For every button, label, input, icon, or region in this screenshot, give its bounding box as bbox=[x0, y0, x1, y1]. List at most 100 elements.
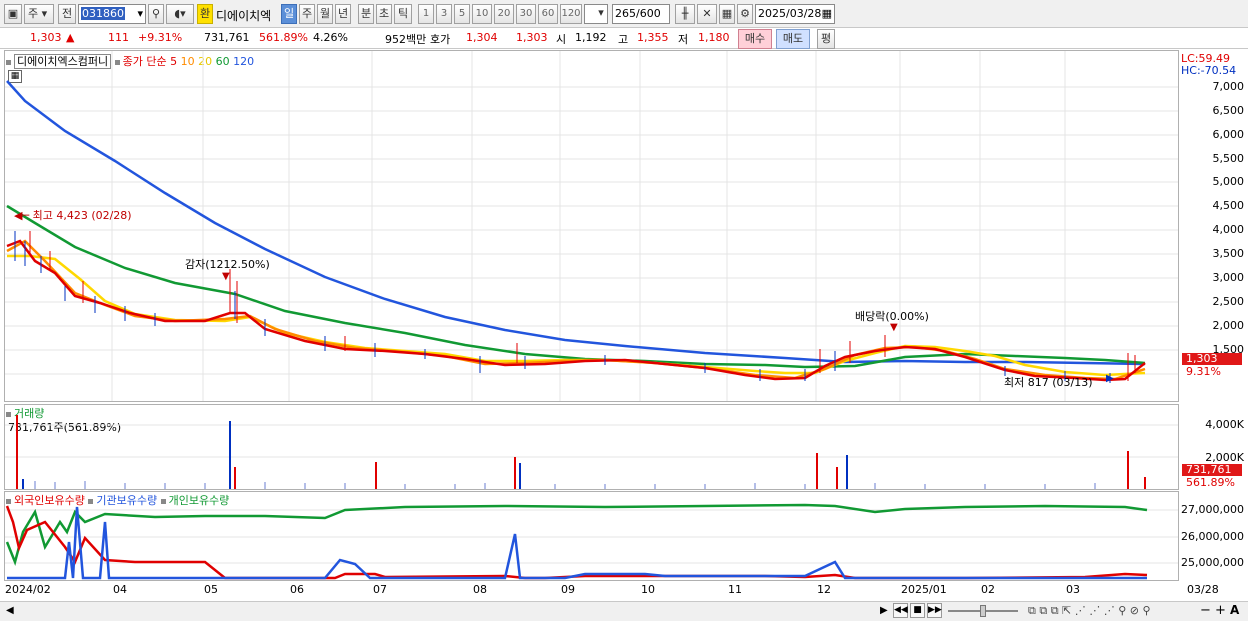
x-label: 2025/01 bbox=[901, 583, 947, 596]
count-input[interactable]: 265/600 bbox=[612, 4, 670, 24]
type-select[interactable]: 주 ▾ bbox=[24, 4, 54, 24]
search-icon[interactable]: ⚲ bbox=[148, 4, 164, 24]
grid bbox=[5, 51, 1178, 401]
volume-box: 731,761 bbox=[1182, 464, 1242, 476]
fast-forward-icon[interactable]: ▶▶ bbox=[927, 603, 942, 618]
interval-120[interactable]: 120 bbox=[560, 4, 582, 24]
code-input[interactable]: 031860 ▾ bbox=[78, 4, 146, 24]
x-label: 07 bbox=[373, 583, 387, 596]
date-input[interactable]: 2025/03/28 ▦ bbox=[755, 4, 835, 24]
save-icon[interactable]: ▦ bbox=[719, 4, 735, 24]
y-tick: 7,000 bbox=[1212, 80, 1245, 93]
x-label: 06 bbox=[290, 583, 304, 596]
rewind-icon[interactable]: ◀◀ bbox=[893, 603, 908, 618]
chevron-down-icon[interactable]: ▾ bbox=[594, 4, 608, 24]
zoom-handle[interactable] bbox=[980, 605, 986, 617]
sell-button[interactable]: 매도 bbox=[776, 29, 810, 49]
x-label: 02 bbox=[981, 583, 995, 596]
y-tick: 4,500 bbox=[1212, 199, 1245, 212]
gear-icon[interactable]: ⚙ bbox=[737, 4, 753, 24]
current-pct-box: 9.31% bbox=[1186, 365, 1221, 378]
volume-pct-box: 561.89% bbox=[1186, 476, 1235, 489]
volume-pct: 561.89% bbox=[259, 31, 308, 44]
period-day[interactable]: 일 bbox=[281, 4, 297, 24]
scroll-right-icon[interactable]: ▶ bbox=[880, 605, 888, 616]
volume-baseline-bars bbox=[34, 481, 1096, 489]
right-arrow-icon: ▶ bbox=[1106, 373, 1114, 384]
y-tick: 25,000,000 bbox=[1181, 556, 1244, 569]
quote-bar: 1,303 ▲ 111 +9.31% 731,761 561.89% 4.26%… bbox=[0, 28, 1248, 49]
zoom-out-icon[interactable]: − bbox=[1200, 603, 1211, 618]
x-label: 05 bbox=[204, 583, 218, 596]
holding-axis: 27,000,000 26,000,000 25,000,000 bbox=[1180, 491, 1248, 581]
stock-name: 디에이치엑 bbox=[216, 9, 272, 23]
bid-label: 호가 bbox=[430, 33, 451, 46]
turnover-value: 4.26% bbox=[313, 31, 348, 44]
volume-bars bbox=[16, 415, 1146, 489]
y-tick: 2,000 bbox=[1212, 319, 1245, 332]
buy-button[interactable]: 매수 bbox=[738, 29, 772, 49]
y-tick: 4,000 bbox=[1212, 223, 1245, 236]
interval-5[interactable]: 5 bbox=[454, 4, 470, 24]
change-pct: +9.31% bbox=[138, 31, 183, 44]
amount-value: 952백만 bbox=[385, 33, 427, 46]
current-price: 1,303 bbox=[30, 31, 62, 44]
prev-button[interactable]: 전 bbox=[58, 4, 76, 24]
scroll-left-icon[interactable]: ◀ bbox=[6, 605, 14, 616]
interval-1[interactable]: 1 bbox=[418, 4, 434, 24]
period-minute[interactable]: 분 bbox=[358, 4, 374, 24]
holding-chart bbox=[5, 503, 1178, 580]
speaker-icon[interactable]: ◖▾ bbox=[166, 4, 194, 24]
interval-3[interactable]: 3 bbox=[436, 4, 452, 24]
hc-value: HC:-70.54 bbox=[1181, 64, 1237, 77]
y-tick: 2,500 bbox=[1212, 295, 1245, 308]
high-value: 1,355 bbox=[637, 31, 669, 44]
individual-line bbox=[5, 503, 1148, 566]
interval-10[interactable]: 10 bbox=[472, 4, 492, 24]
open-value: 1,192 bbox=[575, 31, 607, 44]
calendar-icon[interactable]: ▦ bbox=[822, 5, 832, 23]
annotation-high-text: 최고 4,423 (02/28) bbox=[32, 209, 132, 222]
y-tick: 26,000,000 bbox=[1181, 530, 1244, 543]
annotation-low: 최저 817 (03/13) bbox=[1004, 376, 1093, 389]
interval-60[interactable]: 60 bbox=[538, 4, 558, 24]
down-arrow-icon: ▼ bbox=[890, 322, 898, 333]
interval-20[interactable]: 20 bbox=[494, 4, 514, 24]
period-year[interactable]: 년 bbox=[335, 4, 351, 24]
zoom-in-icon[interactable]: + bbox=[1215, 603, 1226, 618]
type-label: 주 bbox=[28, 7, 39, 20]
interval-30[interactable]: 30 bbox=[516, 4, 536, 24]
bid2-value: 1,303 bbox=[516, 31, 548, 44]
currency-button[interactable]: 환 bbox=[197, 4, 213, 24]
toolbar: ▣ 주 ▾ 전 031860 ▾ ⚲ ◖▾ 환 디에이치엑 일 주 월 년 분 초… bbox=[0, 0, 1248, 28]
bid1-value: 1,304 bbox=[466, 31, 498, 44]
crosshair-icon[interactable]: ✕ bbox=[697, 4, 717, 24]
date-value: 2025/03/28 bbox=[758, 7, 822, 20]
price-axis: LC:59.49 HC:-70.54 7,000 6,500 6,000 5,5… bbox=[1180, 50, 1248, 402]
stop-icon[interactable]: ■ bbox=[910, 603, 925, 618]
period-week[interactable]: 주 bbox=[299, 4, 315, 24]
candle-icon[interactable]: ╫ bbox=[675, 4, 695, 24]
x-label: 04 bbox=[113, 583, 127, 596]
avg-button[interactable]: 평 bbox=[817, 29, 835, 49]
open-label: 시 bbox=[556, 33, 567, 46]
volume-chart bbox=[5, 415, 1178, 489]
period-tick[interactable]: 틱 bbox=[394, 4, 412, 24]
x-label: 12 bbox=[817, 583, 831, 596]
count-value: 265 bbox=[615, 7, 636, 20]
low-value: 1,180 bbox=[698, 31, 730, 44]
chart-tools-icon[interactable]: ⧉ ⧉ ⧉ ⇱ ⋰ ⋰ ⋰ ⚲ ⊘ ⚲ bbox=[1028, 604, 1151, 618]
chart-settings-icon[interactable]: ▣ bbox=[4, 4, 22, 24]
high-label: 고 bbox=[618, 33, 629, 46]
chevron-down-icon[interactable]: ▾ bbox=[137, 5, 143, 23]
x-label: 2024/02 bbox=[5, 583, 51, 596]
count-total: /600 bbox=[636, 7, 661, 20]
volume-value: 731,761 bbox=[204, 31, 250, 44]
y-tick: 3,000 bbox=[1212, 271, 1245, 284]
period-month[interactable]: 월 bbox=[317, 4, 333, 24]
text-tool-icon[interactable]: A bbox=[1230, 603, 1239, 617]
period-second[interactable]: 초 bbox=[376, 4, 392, 24]
x-label: 09 bbox=[561, 583, 575, 596]
x-label: 08 bbox=[473, 583, 487, 596]
current-price-box: 1,303 bbox=[1182, 353, 1242, 365]
